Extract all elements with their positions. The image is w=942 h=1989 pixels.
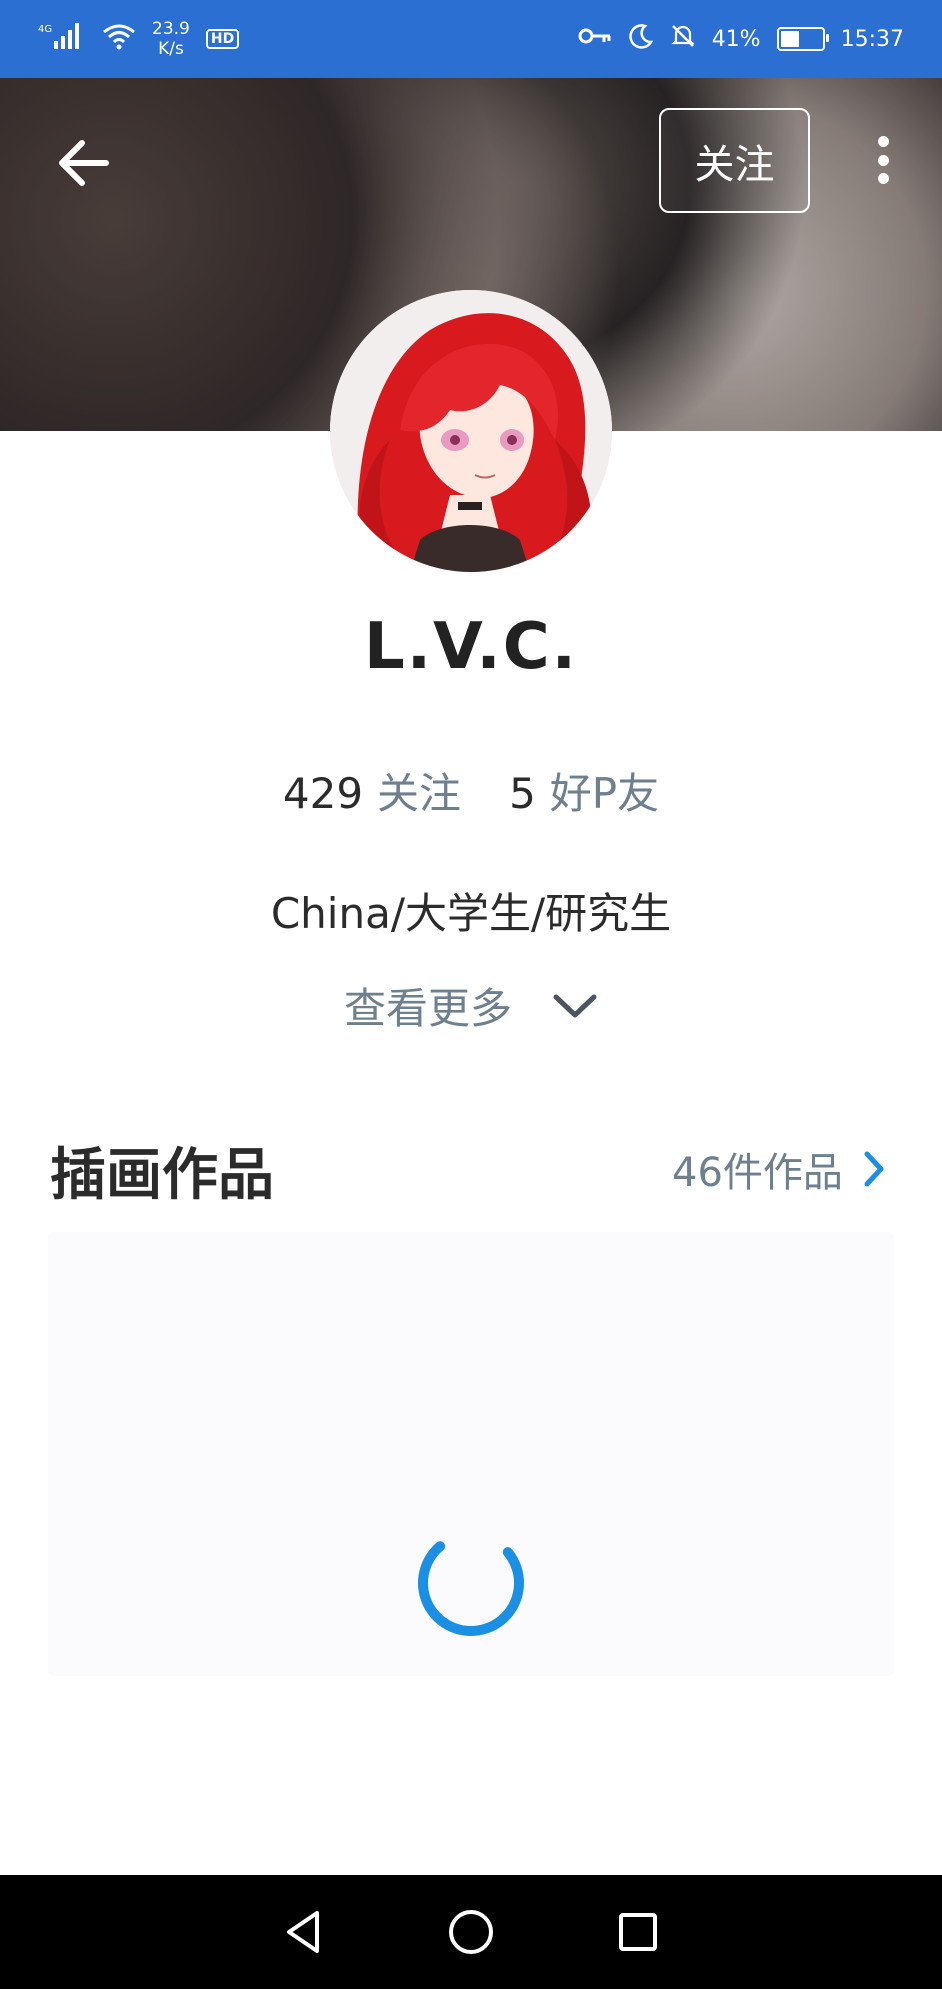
loading-spinner — [411, 1523, 531, 1643]
friends-label: 好P友 — [549, 769, 660, 818]
mute-bell-icon — [670, 23, 696, 55]
illustrations-count: 46件作品 — [672, 1150, 843, 1196]
avatar-image — [330, 290, 612, 572]
back-button[interactable] — [50, 128, 120, 198]
following-stat[interactable]: 429 关注 — [283, 760, 461, 821]
spinner-icon — [418, 1541, 524, 1636]
chevron-down-icon — [553, 994, 597, 1017]
avatar[interactable] — [330, 290, 612, 572]
nav-home-button[interactable] — [441, 1902, 501, 1962]
nav-recents-button[interactable] — [608, 1902, 668, 1962]
battery-percent: 41% — [711, 26, 761, 52]
moon-icon — [628, 23, 654, 55]
profile-stats: 429 关注 5 好P友 — [0, 760, 942, 821]
friends-stat[interactable]: 5 好P友 — [509, 760, 659, 821]
more-options-button[interactable] — [860, 130, 906, 190]
arrow-left-icon — [59, 140, 109, 186]
status-right: 41% 15:37 — [578, 23, 904, 55]
battery-icon — [776, 27, 829, 51]
see-more-label: 查看更多 — [343, 984, 512, 1033]
chevron-right-icon — [864, 1151, 884, 1187]
network-speed: 23.9 K/s — [152, 19, 190, 59]
nav-back-button[interactable] — [274, 1902, 334, 1962]
network-type: 4G — [38, 24, 52, 35]
more-vertical-icon — [877, 136, 889, 147]
system-nav-bar — [0, 1875, 942, 1989]
follow-button[interactable]: 关注 — [659, 108, 810, 213]
following-count: 429 — [282, 769, 364, 818]
speed-value: 23.9 — [152, 19, 190, 39]
clock: 15:37 — [840, 26, 904, 52]
speed-unit: K/s — [158, 39, 184, 59]
signal-icon: 4G — [38, 21, 86, 57]
status-left: 4G 23.9 K/s HD — [38, 19, 240, 59]
profile-bio: China/大学生/研究生 — [270, 889, 672, 938]
square-recents-icon — [619, 1913, 658, 1951]
username: L.V.C. — [364, 610, 578, 684]
circle-home-icon — [448, 1910, 493, 1954]
hd-badge: HD — [205, 29, 240, 49]
status-bar: 4G 23.9 K/s HD 41% 15:37 — [0, 0, 942, 78]
following-label: 关注 — [377, 769, 462, 818]
see-more-button[interactable]: 查看更多 — [0, 975, 942, 1036]
triangle-back-icon — [286, 1911, 319, 1953]
wifi-icon — [102, 22, 136, 56]
friends-count: 5 — [509, 769, 536, 818]
illustrations-count-link[interactable]: 46件作品 — [672, 1140, 887, 1198]
illustrations-title: 插画作品 — [50, 1143, 274, 1208]
key-icon — [578, 25, 612, 53]
